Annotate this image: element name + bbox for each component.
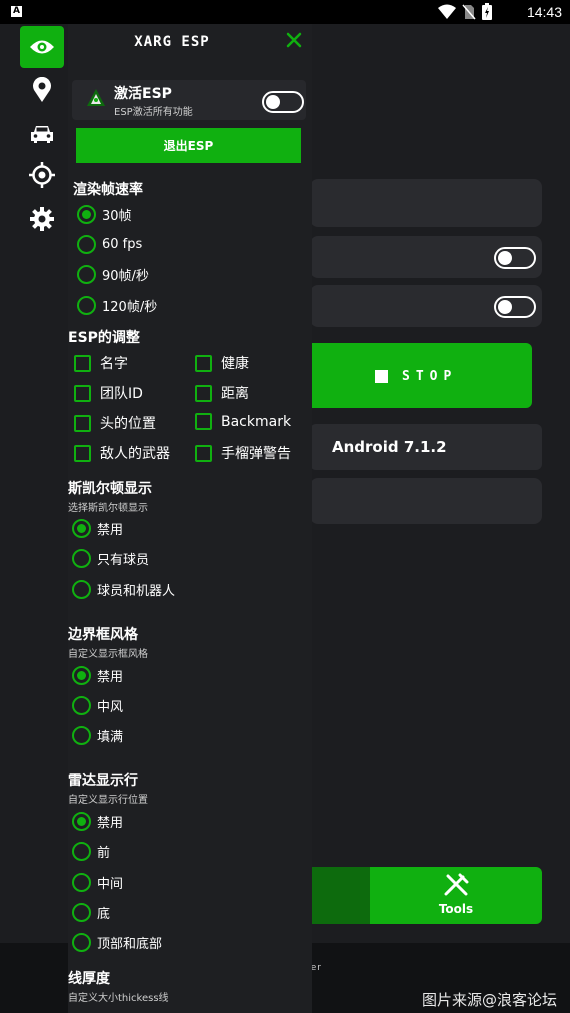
checkbox[interactable] (195, 354, 212, 372)
status-icons (438, 3, 492, 20)
radio-button[interactable] (77, 265, 96, 284)
fps-option[interactable]: 30帧 (77, 205, 132, 224)
radar-line-option[interactable]: 前 (72, 842, 110, 861)
stop-icon (375, 370, 388, 383)
rail-location[interactable] (20, 69, 64, 111)
checkbox[interactable] (195, 384, 212, 402)
checkbox[interactable] (195, 444, 212, 462)
checkbox[interactable] (74, 384, 91, 402)
stop-label: STOP (402, 369, 458, 384)
car-icon (31, 126, 53, 143)
skeleton-option[interactable]: 球员和机器人 (72, 580, 175, 599)
no-sim-icon (462, 4, 476, 19)
bg-toggle-2[interactable] (494, 296, 536, 318)
rail-aim[interactable] (20, 154, 64, 196)
activate-esp-subtitle: ESP激活所有功能 (114, 107, 193, 118)
radar-line-title: 雷达显示行 (68, 773, 138, 789)
bg-card-1 (310, 179, 542, 227)
thickness-subtitle: 自定义大小thickess线 (68, 993, 169, 1004)
esp-checkbox-name[interactable]: 名字 (74, 353, 128, 373)
fps-option[interactable]: 120帧/秒 (77, 296, 157, 315)
side-rail (0, 24, 68, 943)
radio-button[interactable] (72, 580, 91, 599)
rail-vehicle[interactable] (20, 113, 64, 155)
box-style-option[interactable]: 禁用 (72, 666, 123, 685)
activate-esp-card: 激活ESP ESP激活所有功能 (72, 80, 306, 120)
checkbox[interactable] (74, 414, 91, 432)
skeleton-section-title: 斯凯尔顿显示 (68, 481, 152, 497)
battery-icon (482, 3, 492, 20)
checkbox[interactable] (195, 413, 212, 430)
gear-icon (30, 207, 54, 231)
radio-button[interactable] (72, 519, 91, 538)
skeleton-section-subtitle: 选择斯凯尔顿显示 (68, 503, 148, 514)
radio-button[interactable] (72, 549, 91, 568)
skeleton-option[interactable]: 禁用 (72, 519, 123, 538)
esp-logo-icon (87, 89, 105, 106)
checkbox[interactable] (74, 444, 91, 462)
exit-esp-button[interactable]: 退出ESP (76, 128, 301, 163)
esp-menu-panel: XARG ESP 激活ESP ESP激活所有功能 退出ESP 渲染帧速率 30帧… (68, 24, 312, 1013)
activate-esp-toggle[interactable] (262, 91, 304, 113)
box-style-option[interactable]: 填满 (72, 726, 123, 745)
radar-line-option[interactable]: 底 (72, 903, 110, 922)
box-style-option[interactable]: 中风 (72, 696, 123, 715)
crosshair-icon (29, 162, 55, 188)
status-bar: A 14:43 (0, 0, 570, 24)
fps-section-title: 渲染帧速率 (73, 182, 143, 198)
tools-button[interactable]: Tools (370, 867, 542, 924)
rail-settings[interactable] (20, 198, 64, 240)
radio-button[interactable] (72, 903, 91, 922)
status-time: 14:43 (526, 4, 562, 20)
bottom-actions: Tools (300, 867, 542, 924)
radar-line-option[interactable]: 禁用 (72, 812, 123, 831)
radar-line-option[interactable]: 中间 (72, 873, 123, 892)
radar-line-subtitle: 自定义显示行位置 (68, 795, 148, 806)
watermark: 图片来源@浪客论坛 (422, 991, 558, 1009)
fps-option[interactable]: 60 fps (77, 235, 142, 254)
esp-checkbox-grenade-warning[interactable]: 手榴弹警告 (195, 443, 291, 463)
esp-adjust-title: ESP的调整 (68, 330, 140, 346)
close-button[interactable] (284, 30, 304, 54)
panel-title: XARG ESP (134, 34, 210, 50)
radio-button[interactable] (77, 235, 96, 254)
bg-toggle-1[interactable] (494, 247, 536, 269)
radio-button[interactable] (72, 933, 91, 952)
radio-button[interactable] (72, 696, 91, 715)
checkbox[interactable] (74, 354, 91, 372)
radio-button[interactable] (72, 873, 91, 892)
android-version: Android 7.1.2 (332, 438, 447, 456)
android-version-row: Android 7.1.2 (310, 424, 542, 470)
tools-icon (444, 873, 469, 896)
esp-checkbox-team-id[interactable]: 团队ID (74, 383, 143, 403)
close-icon (286, 32, 302, 48)
stop-button[interactable]: STOP (300, 343, 532, 408)
activate-esp-title: 激活ESP (114, 86, 172, 102)
radio-button[interactable] (72, 812, 91, 831)
box-style-subtitle: 自定义显示框风格 (68, 649, 148, 660)
eye-icon (30, 40, 54, 54)
radio-button[interactable] (72, 726, 91, 745)
tools-label: Tools (438, 902, 474, 916)
box-style-title: 边界框风格 (68, 627, 138, 643)
bg-card-4 (310, 478, 542, 524)
radio-button[interactable] (72, 666, 91, 685)
esp-checkbox-head-position[interactable]: 头的位置 (74, 413, 156, 433)
thickness-title: 线厚度 (68, 971, 110, 987)
rail-esp[interactable] (20, 26, 64, 68)
radio-button[interactable] (77, 205, 96, 224)
esp-checkbox-distance[interactable]: 距离 (195, 383, 249, 403)
esp-checkbox-health[interactable]: 健康 (195, 353, 249, 373)
esp-checkbox-enemy-weapon[interactable]: 敌人的武器 (74, 443, 170, 463)
wifi-icon (438, 4, 456, 19)
radio-button[interactable] (77, 296, 96, 315)
map-pin-icon (33, 77, 51, 102)
skeleton-option[interactable]: 只有球员 (72, 549, 149, 568)
fps-option[interactable]: 90帧/秒 (77, 265, 149, 284)
radio-button[interactable] (72, 842, 91, 861)
esp-checkbox-backmark[interactable]: Backmark (195, 413, 291, 430)
app-indicator-icon: A (11, 6, 22, 17)
radar-line-option[interactable]: 顶部和底部 (72, 933, 162, 952)
